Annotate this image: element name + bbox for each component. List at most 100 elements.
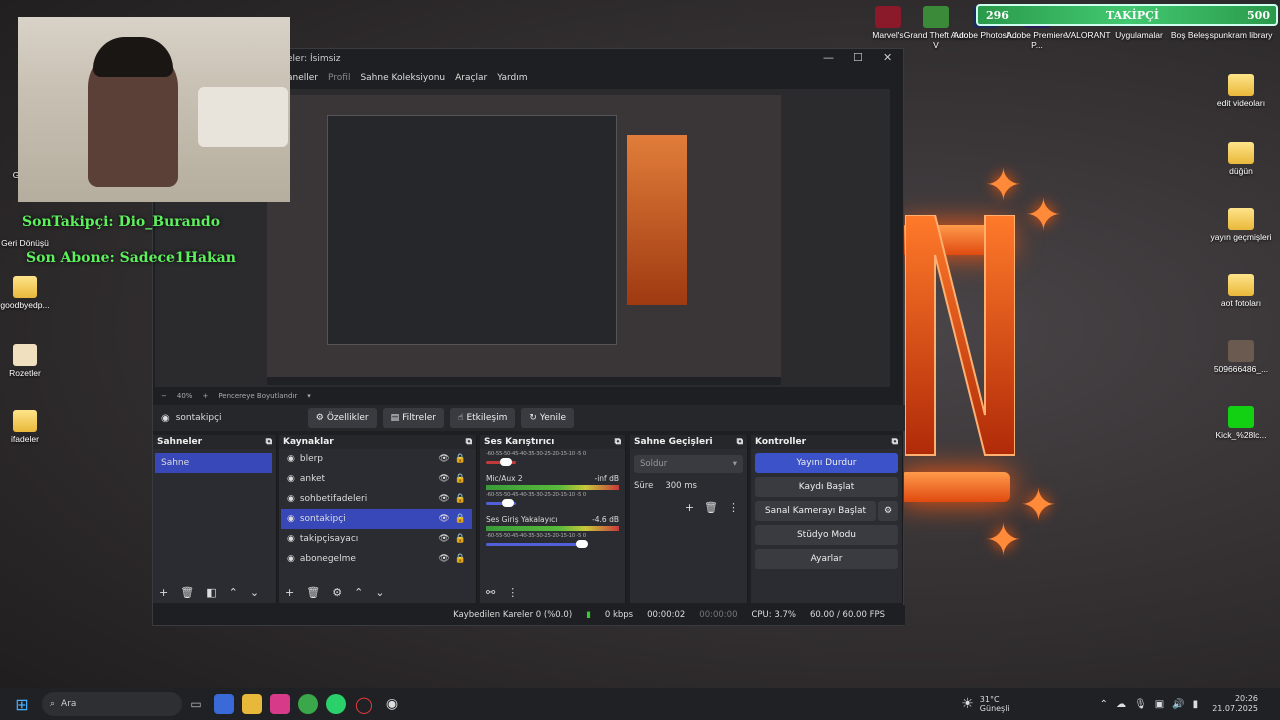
source-item[interactable]: ◉ blerp 👁 🔒 bbox=[281, 449, 472, 469]
sources-list: ◉ blerp 👁 🔒 ◉ anket 👁 🔒 ◉ sohbetifadeleri 👁 🔒 ◉ sonta… bbox=[279, 449, 476, 569]
chrome-icon[interactable] bbox=[298, 694, 318, 714]
input-volume-slider[interactable] bbox=[486, 540, 588, 548]
source-item[interactable]: ◉ anket 👁 🔒 bbox=[281, 469, 472, 489]
scene-filter-button[interactable]: ◧ bbox=[206, 586, 216, 599]
opera-icon[interactable]: ◯ bbox=[354, 694, 374, 714]
file-explorer-icon[interactable] bbox=[242, 694, 262, 714]
chevron-up-icon[interactable]: ⌃ bbox=[1100, 699, 1108, 710]
onedrive-icon[interactable]: ☁ bbox=[1116, 699, 1126, 710]
refresh-button[interactable]: ↻ Yenile bbox=[521, 408, 575, 428]
eye-icon[interactable]: 👁 bbox=[438, 494, 449, 504]
source-item[interactable]: ◉ abonegelme 👁 🔒 bbox=[281, 549, 472, 569]
stop-stream-button[interactable]: Yayını Durdur bbox=[755, 453, 898, 473]
whatsapp-icon[interactable] bbox=[326, 694, 346, 714]
link-icon[interactable]: ⚯ bbox=[486, 586, 495, 599]
close-icon[interactable]: ✕ bbox=[883, 51, 892, 64]
minimize-icon[interactable]: — bbox=[823, 51, 834, 64]
desktop-icon-yayin-gecmisleri[interactable]: yayın geçmişleri bbox=[1205, 208, 1277, 242]
desktop-icon-rozetler[interactable]: Rozetler bbox=[0, 344, 50, 378]
obs-taskbar-icon[interactable]: ◉ bbox=[382, 694, 402, 714]
zoom-out-button[interactable]: − bbox=[161, 392, 167, 400]
network-icon[interactable]: ▣ bbox=[1155, 699, 1164, 710]
system-tray: ⌃ ☁ 🎙 ▣ 🔊 ▮ bbox=[1100, 699, 1199, 710]
virtual-camera-settings-icon[interactable]: ⚙ bbox=[878, 501, 898, 521]
mic-icon[interactable]: 🎙 bbox=[1134, 699, 1147, 710]
lock-icon[interactable]: 🔒 bbox=[455, 494, 466, 504]
undock-icon[interactable]: ⧉ bbox=[266, 437, 272, 447]
eye-icon[interactable]: 👁 bbox=[438, 474, 449, 484]
weather-widget[interactable]: ☀ 31°C Güneşli bbox=[961, 695, 1009, 713]
studio-mode-button[interactable]: Stüdyo Modu bbox=[755, 525, 898, 545]
clock[interactable]: 20:26 21.07.2025 bbox=[1212, 694, 1258, 714]
desktop-icon-goodbyedp[interactable]: goodbyedp... bbox=[0, 276, 50, 310]
menu-tools[interactable]: Araçlar bbox=[455, 73, 487, 83]
lock-icon[interactable]: 🔒 bbox=[455, 554, 466, 564]
lock-icon[interactable]: 🔒 bbox=[455, 534, 466, 544]
start-recording-button[interactable]: Kaydı Başlat bbox=[755, 477, 898, 497]
volume-slider[interactable] bbox=[486, 458, 516, 466]
task-view-icon[interactable]: ▭ bbox=[186, 694, 206, 714]
move-up-button[interactable]: ⌃ bbox=[229, 586, 238, 599]
copilot-icon[interactable] bbox=[214, 694, 234, 714]
duration-input[interactable]: 300 ms bbox=[659, 479, 703, 493]
lock-icon[interactable]: 🔒 bbox=[455, 514, 466, 524]
remove-scene-button[interactable]: 🗑 bbox=[180, 586, 194, 599]
move-up-button[interactable]: ⌃ bbox=[354, 586, 363, 599]
desktop-icon-kick[interactable]: Kick_%28lc... bbox=[1205, 406, 1277, 440]
settings-button[interactable]: Ayarlar bbox=[755, 549, 898, 569]
volume-icon[interactable]: 🔊 bbox=[1172, 699, 1184, 710]
desktop-icon-recycle[interactable]: Geri Dönüşü bbox=[0, 238, 50, 248]
eye-icon[interactable]: 👁 bbox=[438, 534, 449, 544]
add-transition-button[interactable]: + bbox=[685, 501, 694, 514]
desktop-icon-ifadeler[interactable]: ifadeler bbox=[0, 410, 50, 444]
undock-icon[interactable]: ⧉ bbox=[466, 437, 472, 447]
mic-volume-slider[interactable] bbox=[486, 499, 516, 507]
add-scene-button[interactable]: + bbox=[159, 586, 168, 599]
desktop-icon-photo-file[interactable]: 509666486_... bbox=[1205, 340, 1277, 374]
chevron-down-icon[interactable]: ▾ bbox=[307, 392, 311, 400]
add-source-button[interactable]: + bbox=[285, 586, 294, 599]
undock-icon[interactable]: ⧉ bbox=[615, 437, 621, 447]
transition-select[interactable]: Soldur ▾ bbox=[634, 455, 743, 473]
undock-icon[interactable]: ⧉ bbox=[892, 437, 898, 447]
fit-window-select[interactable]: Pencereye Boyutlandır bbox=[218, 392, 297, 400]
move-down-button[interactable]: ⌄ bbox=[375, 586, 384, 599]
zoom-in-button[interactable]: + bbox=[202, 392, 208, 400]
eye-icon[interactable]: 👁 bbox=[438, 554, 449, 564]
desktop-icon-spunkram[interactable]: spunkram library bbox=[1205, 30, 1277, 40]
menu-scenes[interactable]: aneller bbox=[287, 73, 318, 83]
source-item[interactable]: ◉ sontakipçi 👁 🔒 bbox=[281, 509, 472, 529]
instagram-icon[interactable] bbox=[270, 694, 290, 714]
undock-icon[interactable]: ⧉ bbox=[737, 437, 743, 447]
preview-n-logo bbox=[627, 135, 687, 305]
filters-button[interactable]: ▤ Filtreler bbox=[382, 408, 444, 428]
move-down-button[interactable]: ⌄ bbox=[250, 586, 259, 599]
menu-help[interactable]: Yardım bbox=[497, 73, 527, 83]
mixer-channel-input: Ses Giriş Yakalayıcı -4.6 dB -60-55-50-45… bbox=[480, 505, 625, 548]
desktop-icon-edit-videolari[interactable]: edit videoları bbox=[1205, 74, 1277, 108]
remove-transition-button[interactable]: 🗑 bbox=[704, 501, 718, 514]
windows-start-icon[interactable]: ⊞ bbox=[12, 694, 32, 714]
maximize-icon[interactable]: ☐ bbox=[853, 51, 863, 64]
source-properties-button[interactable]: ⚙ bbox=[332, 586, 342, 599]
desktop-icon-aot-fotolari[interactable]: aot fotoları bbox=[1205, 274, 1277, 308]
scene-item[interactable]: Sahne bbox=[155, 453, 272, 473]
lock-icon[interactable]: 🔒 bbox=[455, 474, 466, 484]
source-item[interactable]: ◉ takipçisayacı 👁 🔒 bbox=[281, 529, 472, 549]
battery-icon[interactable]: ▮ bbox=[1193, 699, 1199, 710]
remove-source-button[interactable]: 🗑 bbox=[306, 586, 320, 599]
eye-icon[interactable]: 👁 bbox=[438, 454, 449, 464]
lock-icon[interactable]: 🔒 bbox=[455, 454, 466, 464]
start-virtual-camera-button[interactable]: Sanal Kamerayı Başlat bbox=[755, 501, 876, 521]
desktop-icon-dugun[interactable]: düğün bbox=[1205, 142, 1277, 176]
source-item[interactable]: ◉ sohbetifadeleri 👁 🔒 bbox=[281, 489, 472, 509]
more-icon[interactable]: ⋮ bbox=[507, 586, 518, 599]
bg-sparkle-4: ✦ bbox=[985, 515, 1022, 566]
eye-icon[interactable]: 👁 bbox=[438, 514, 449, 524]
menu-profile[interactable]: Profil bbox=[328, 73, 350, 83]
menu-scene-collection[interactable]: Sahne Koleksiyonu bbox=[360, 73, 445, 83]
more-icon[interactable]: ⋮ bbox=[728, 501, 739, 514]
properties-button[interactable]: ⚙ Özellikler bbox=[307, 408, 377, 428]
interact-button[interactable]: ☝ Etkileşim bbox=[449, 408, 516, 428]
search-box[interactable]: ⌕ Ara bbox=[42, 692, 182, 716]
